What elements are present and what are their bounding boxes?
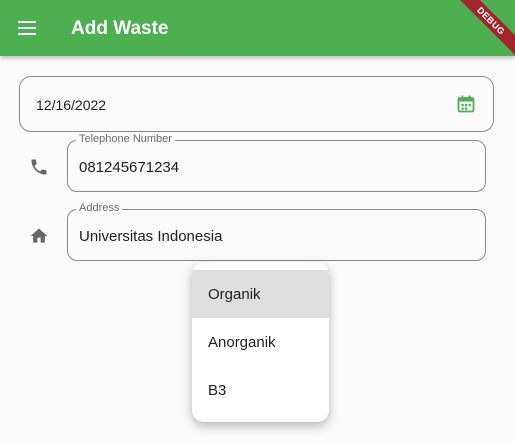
date-field[interactable]: 12/16/2022 xyxy=(19,76,494,132)
dropdown-option-b3[interactable]: B3 xyxy=(192,366,329,414)
calendar-icon[interactable] xyxy=(457,95,475,113)
debug-banner: DEBUG xyxy=(450,0,515,56)
address-label: Address xyxy=(76,202,123,214)
waste-type-dropdown-menu: Organik Anorganik B3 xyxy=(192,262,329,422)
address-field[interactable]: Address Universitas Indonesia xyxy=(67,202,486,261)
phone-icon xyxy=(31,159,47,175)
dropdown-option-anorganik[interactable]: Anorganik xyxy=(192,318,329,366)
home-icon xyxy=(30,228,48,243)
telephone-field[interactable]: Telephone Number 081245671234 xyxy=(67,133,486,192)
date-value: 12/16/2022 xyxy=(36,97,107,113)
app-bar: Add Waste DEBUG xyxy=(0,0,515,56)
dropdown-option-organik[interactable]: Organik xyxy=(192,270,329,318)
telephone-value: 081245671234 xyxy=(79,159,180,176)
page-title: Add Waste xyxy=(71,18,169,39)
telephone-label: Telephone Number xyxy=(76,133,175,145)
address-value: Universitas Indonesia xyxy=(79,228,223,245)
menu-icon[interactable] xyxy=(16,16,40,40)
